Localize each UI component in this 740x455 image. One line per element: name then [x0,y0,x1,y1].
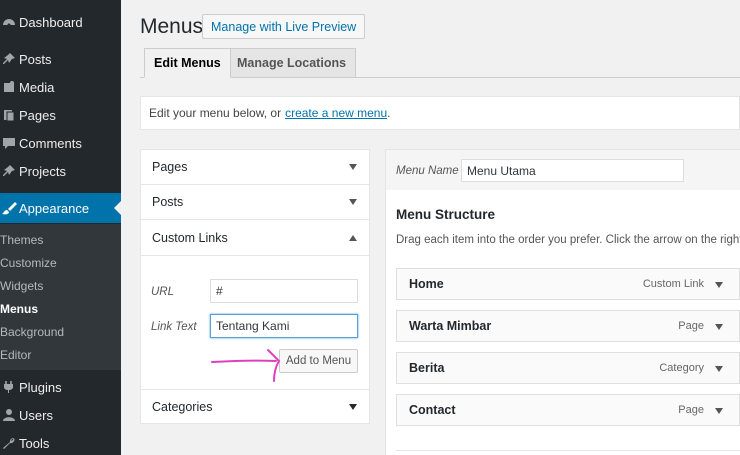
pin-icon [0,162,18,180]
tab-manage-locations[interactable]: Manage Locations [227,48,357,78]
manage-live-preview-button[interactable]: Manage with Live Preview [202,14,366,39]
link-text-label: Link Text [151,321,197,333]
arrow-down-icon [349,164,357,170]
menu-structure-description: Drag each item into the order you prefer… [396,234,740,246]
brush-icon [0,199,18,217]
sidebar-item-label: Posts [19,51,52,67]
sidebar-item-label: Appearance [19,200,90,216]
expand-arrow-icon[interactable] [715,366,723,372]
menu-item-type: Page [678,320,704,332]
users-icon [0,406,18,424]
menu-item-type: Page [678,404,704,416]
url-input[interactable] [210,279,358,303]
appearance-submenu: Themes Customize Widgets Menus Backgroun… [0,224,121,370]
menu-item-row[interactable]: Berita Category [396,352,740,384]
sidebar-item-projects[interactable]: Projects [0,157,121,185]
sidebar-item-pages[interactable]: Pages [0,101,121,129]
sidebar-item-plugins[interactable]: Plugins [0,373,121,401]
submenu-item-menus[interactable]: Menus [0,302,38,316]
accordion-title: Posts [152,195,184,209]
link-text-input[interactable] [210,314,358,338]
menu-name-label: Menu Name [396,165,459,177]
sidebar-item-label: Projects [19,163,66,179]
notice-suffix: . [387,106,391,120]
expand-arrow-icon[interactable] [715,408,723,414]
accordion-pages[interactable]: Pages [141,150,369,185]
sidebar-item-users[interactable]: Users [0,401,121,429]
notice-text: Edit your menu below, or [149,106,282,120]
menu-item-title: Contact [409,403,456,417]
submenu-item-editor[interactable]: Editor [0,348,31,362]
tab-edit-menus[interactable]: Edit Menus [144,48,231,78]
menu-item-row[interactable]: Contact Page [396,394,740,426]
sidebar-item-tools[interactable]: Tools [0,429,121,455]
sidebar-item-dashboard[interactable]: Dashboard [0,8,121,36]
footer-divider [396,450,740,451]
submenu-item-customize[interactable]: Customize [0,256,57,270]
sidebar-item-posts[interactable]: Posts [0,45,121,73]
pin-icon [0,50,18,68]
sidebar-item-appearance[interactable]: Appearance [0,193,121,223]
expand-arrow-icon[interactable] [715,324,723,330]
accordion-posts[interactable]: Posts [141,185,369,220]
sidebar-item-label: Pages [19,107,56,123]
menu-name-input[interactable] [461,159,684,182]
accordion-title: Pages [152,160,188,174]
menu-item-type: Category [659,362,704,374]
accordion-categories[interactable]: Categories [141,389,369,424]
sidebar-item-comments[interactable]: Comments [0,129,121,157]
sidebar-item-label: Plugins [19,379,62,395]
arrow-up-icon [349,235,357,241]
sidebar-item-label: Dashboard [19,14,83,30]
pink-arrow-annotation [211,349,281,382]
add-to-menu-button[interactable]: Add to Menu [279,349,358,373]
accordion-title: Custom Links [152,231,228,245]
sidebar-item-label: Tools [19,435,50,451]
submenu-item-widgets[interactable]: Widgets [0,279,43,293]
admin-sidebar: Dashboard Posts Media Pages Comments Pro… [0,0,121,455]
media-icon [0,78,18,96]
submenu-item-background[interactable]: Background [0,325,64,339]
sidebar-item-label: Media [19,79,55,95]
sidebar-item-media[interactable]: Media [0,73,121,101]
submenu-item-themes[interactable]: Themes [0,233,43,247]
dashboard-icon [0,13,18,31]
arrow-down-icon [349,199,357,205]
expand-arrow-icon[interactable] [715,282,723,288]
comments-icon [0,134,18,152]
menu-item-row[interactable]: Warta Mimbar Page [396,310,740,342]
create-new-menu-link[interactable]: create a new menu [285,106,387,120]
sidebar-item-label: Comments [19,135,82,151]
wrench-icon [0,434,18,452]
accordion-custom-links[interactable]: Custom Links [141,221,369,256]
url-label: URL [151,286,175,298]
menu-item-title: Warta Mimbar [409,319,492,333]
sidebar-item-label: Users [19,407,53,423]
menu-item-title: Berita [409,361,445,375]
edit-menu-notice: Edit your menu below, or create a new me… [140,96,740,130]
page-title: Menus [140,15,204,38]
menu-item-row[interactable]: Home Custom Link [396,268,740,300]
arrow-down-icon [349,404,357,410]
menu-item-title: Home [409,277,444,291]
pages-icon [0,106,18,124]
menu-structure-title: Menu Structure [396,207,496,222]
plugin-icon [0,378,18,396]
menu-item-type: Custom Link [642,278,704,290]
accordion-title: Categories [152,400,213,414]
